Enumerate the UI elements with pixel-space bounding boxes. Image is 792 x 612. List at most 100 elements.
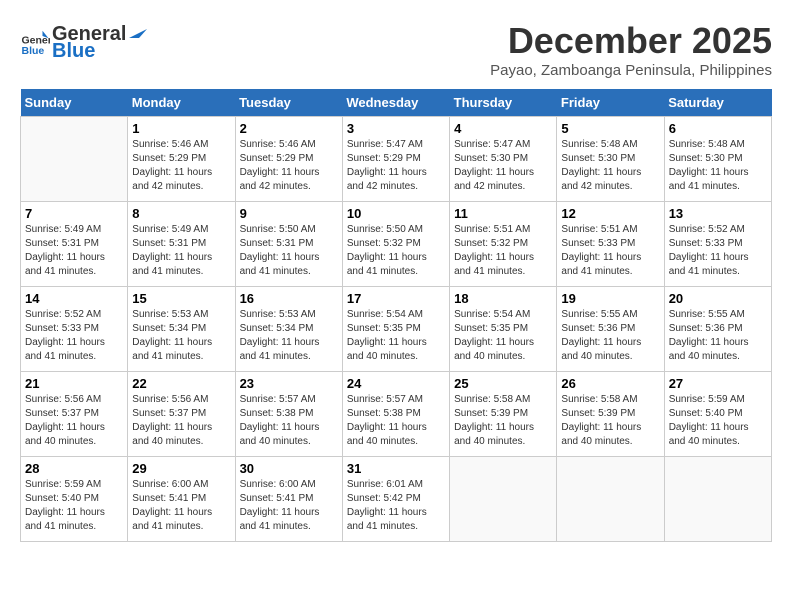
- day-number: 14: [25, 291, 123, 306]
- calendar-day-cell: 14Sunrise: 5:52 AM Sunset: 5:33 PM Dayli…: [21, 287, 128, 372]
- day-info: Sunrise: 5:53 AM Sunset: 5:34 PM Dayligh…: [132, 308, 230, 364]
- svg-text:Blue: Blue: [22, 45, 45, 57]
- day-info: Sunrise: 5:46 AM Sunset: 5:29 PM Dayligh…: [240, 138, 338, 194]
- calendar-day-cell: 31 Sunrise: 6:01 AM Sunset: 5:42 PM Dayli…: [342, 457, 449, 542]
- calendar-day-cell: 8 Sunrise: 5:49 AM Sunset: 5:31 PM Daylig…: [128, 202, 235, 287]
- day-info: Sunrise: 5:53 AM Sunset: 5:34 PM Dayligh…: [240, 308, 338, 364]
- day-info: Sunrise: 5:54 AM Sunset: 5:35 PM Dayligh…: [454, 308, 552, 364]
- day-number: 5: [561, 121, 659, 136]
- day-number: 31: [347, 461, 445, 476]
- calendar-week-1: 1 Sunrise: 5:46 AM Sunset: 5:29 PM Daylig…: [21, 117, 772, 202]
- calendar-day-cell: [450, 457, 557, 542]
- day-info: Sunrise: 5:49 AM Sunset: 5:31 PM Dayligh…: [25, 223, 123, 279]
- day-number: 18: [454, 291, 552, 306]
- day-info: Sunrise: 5:51 AM Sunset: 5:32 PM Dayligh…: [454, 223, 552, 279]
- calendar-day-cell: 12Sunrise: 5:51 AM Sunset: 5:33 PM Dayli…: [557, 202, 664, 287]
- day-info: Sunrise: 5:47 AM Sunset: 5:29 PM Dayligh…: [347, 138, 445, 194]
- day-info: Sunrise: 5:57 AM Sunset: 5:38 PM Dayligh…: [347, 393, 445, 449]
- day-number: 16: [240, 291, 338, 306]
- day-number: 9: [240, 206, 338, 221]
- day-number: 7: [25, 206, 123, 221]
- day-header-sunday: Sunday: [21, 89, 128, 117]
- calendar-day-cell: 9Sunrise: 5:50 AM Sunset: 5:31 PM Daylig…: [235, 202, 342, 287]
- calendar-day-cell: [21, 117, 128, 202]
- logo-icon: General Blue: [20, 27, 50, 57]
- day-info: Sunrise: 6:00 AM Sunset: 5:41 PM Dayligh…: [240, 478, 338, 534]
- day-info: Sunrise: 5:56 AM Sunset: 5:37 PM Dayligh…: [132, 393, 230, 449]
- header: General Blue General Blue December 2025 …: [20, 20, 772, 79]
- calendar-table: SundayMondayTuesdayWednesdayThursdayFrid…: [20, 89, 772, 542]
- day-info: Sunrise: 5:59 AM Sunset: 5:40 PM Dayligh…: [669, 393, 767, 449]
- day-header-monday: Monday: [128, 89, 235, 117]
- calendar-week-3: 14Sunrise: 5:52 AM Sunset: 5:33 PM Dayli…: [21, 287, 772, 372]
- day-number: 27: [669, 376, 767, 391]
- calendar-day-cell: 3 Sunrise: 5:47 AM Sunset: 5:29 PM Daylig…: [342, 117, 449, 202]
- day-number: 8: [132, 206, 230, 221]
- calendar-day-cell: 22 Sunrise: 5:56 AM Sunset: 5:37 PM Dayli…: [128, 372, 235, 457]
- calendar-day-cell: 2 Sunrise: 5:46 AM Sunset: 5:29 PM Daylig…: [235, 117, 342, 202]
- day-header-thursday: Thursday: [450, 89, 557, 117]
- day-info: Sunrise: 6:00 AM Sunset: 5:41 PM Dayligh…: [132, 478, 230, 534]
- day-number: 23: [240, 376, 338, 391]
- day-number: 24: [347, 376, 445, 391]
- day-number: 20: [669, 291, 767, 306]
- day-number: 19: [561, 291, 659, 306]
- day-header-saturday: Saturday: [664, 89, 771, 117]
- day-number: 4: [454, 121, 552, 136]
- calendar-day-cell: 30Sunrise: 6:00 AM Sunset: 5:41 PM Dayli…: [235, 457, 342, 542]
- location-subtitle: Payao, Zamboanga Peninsula, Philippines: [490, 62, 772, 79]
- day-info: Sunrise: 5:50 AM Sunset: 5:32 PM Dayligh…: [347, 223, 445, 279]
- calendar-day-cell: 7 Sunrise: 5:49 AM Sunset: 5:31 PM Daylig…: [21, 202, 128, 287]
- day-info: Sunrise: 5:56 AM Sunset: 5:37 PM Dayligh…: [25, 393, 123, 449]
- calendar-day-cell: 18 Sunrise: 5:54 AM Sunset: 5:35 PM Dayli…: [450, 287, 557, 372]
- day-info: Sunrise: 5:59 AM Sunset: 5:40 PM Dayligh…: [25, 478, 123, 534]
- day-info: Sunrise: 5:55 AM Sunset: 5:36 PM Dayligh…: [669, 308, 767, 364]
- calendar-day-cell: 26Sunrise: 5:58 AM Sunset: 5:39 PM Dayli…: [557, 372, 664, 457]
- day-info: Sunrise: 5:47 AM Sunset: 5:30 PM Dayligh…: [454, 138, 552, 194]
- calendar-day-cell: 24 Sunrise: 5:57 AM Sunset: 5:38 PM Dayli…: [342, 372, 449, 457]
- day-number: 29: [132, 461, 230, 476]
- calendar-day-cell: 29 Sunrise: 6:00 AM Sunset: 5:41 PM Dayli…: [128, 457, 235, 542]
- calendar-day-cell: 17Sunrise: 5:54 AM Sunset: 5:35 PM Dayli…: [342, 287, 449, 372]
- calendar-day-cell: 6 Sunrise: 5:48 AM Sunset: 5:30 PM Daylig…: [664, 117, 771, 202]
- calendar-day-cell: 11 Sunrise: 5:51 AM Sunset: 5:32 PM Dayli…: [450, 202, 557, 287]
- day-info: Sunrise: 5:48 AM Sunset: 5:30 PM Dayligh…: [669, 138, 767, 194]
- calendar-week-2: 7 Sunrise: 5:49 AM Sunset: 5:31 PM Daylig…: [21, 202, 772, 287]
- calendar-day-cell: 10Sunrise: 5:50 AM Sunset: 5:32 PM Dayli…: [342, 202, 449, 287]
- calendar-day-cell: 19 Sunrise: 5:55 AM Sunset: 5:36 PM Dayli…: [557, 287, 664, 372]
- day-info: Sunrise: 6:01 AM Sunset: 5:42 PM Dayligh…: [347, 478, 445, 534]
- day-number: 2: [240, 121, 338, 136]
- calendar-day-cell: 16 Sunrise: 5:53 AM Sunset: 5:34 PM Dayli…: [235, 287, 342, 372]
- day-number: 22: [132, 376, 230, 391]
- day-number: 1: [132, 121, 230, 136]
- day-info: Sunrise: 5:51 AM Sunset: 5:33 PM Dayligh…: [561, 223, 659, 279]
- day-number: 15: [132, 291, 230, 306]
- logo-arrow-icon: [127, 20, 149, 40]
- calendar-day-cell: 27 Sunrise: 5:59 AM Sunset: 5:40 PM Dayli…: [664, 372, 771, 457]
- day-number: 3: [347, 121, 445, 136]
- month-year-title: December 2025: [490, 20, 772, 62]
- calendar-week-5: 28Sunrise: 5:59 AM Sunset: 5:40 PM Dayli…: [21, 457, 772, 542]
- day-header-wednesday: Wednesday: [342, 89, 449, 117]
- day-number: 21: [25, 376, 123, 391]
- calendar-day-cell: [664, 457, 771, 542]
- calendar-day-cell: 20 Sunrise: 5:55 AM Sunset: 5:36 PM Dayli…: [664, 287, 771, 372]
- day-number: 6: [669, 121, 767, 136]
- calendar-day-cell: 23Sunrise: 5:57 AM Sunset: 5:38 PM Dayli…: [235, 372, 342, 457]
- title-area: December 2025 Payao, Zamboanga Peninsula…: [490, 20, 772, 79]
- calendar-day-cell: 15 Sunrise: 5:53 AM Sunset: 5:34 PM Dayli…: [128, 287, 235, 372]
- day-info: Sunrise: 5:58 AM Sunset: 5:39 PM Dayligh…: [561, 393, 659, 449]
- calendar-day-cell: 4 Sunrise: 5:47 AM Sunset: 5:30 PM Daylig…: [450, 117, 557, 202]
- calendar-week-4: 21 Sunrise: 5:56 AM Sunset: 5:37 PM Dayli…: [21, 372, 772, 457]
- day-number: 17: [347, 291, 445, 306]
- day-number: 11: [454, 206, 552, 221]
- day-header-friday: Friday: [557, 89, 664, 117]
- day-info: Sunrise: 5:49 AM Sunset: 5:31 PM Dayligh…: [132, 223, 230, 279]
- calendar-day-cell: 1Sunrise: 5:46 AM Sunset: 5:29 PM Daylig…: [128, 117, 235, 202]
- day-number: 13: [669, 206, 767, 221]
- day-info: Sunrise: 5:48 AM Sunset: 5:30 PM Dayligh…: [561, 138, 659, 194]
- calendar-day-cell: 13Sunrise: 5:52 AM Sunset: 5:33 PM Dayli…: [664, 202, 771, 287]
- day-number: 25: [454, 376, 552, 391]
- logo: General Blue General Blue: [20, 20, 150, 63]
- day-info: Sunrise: 5:55 AM Sunset: 5:36 PM Dayligh…: [561, 308, 659, 364]
